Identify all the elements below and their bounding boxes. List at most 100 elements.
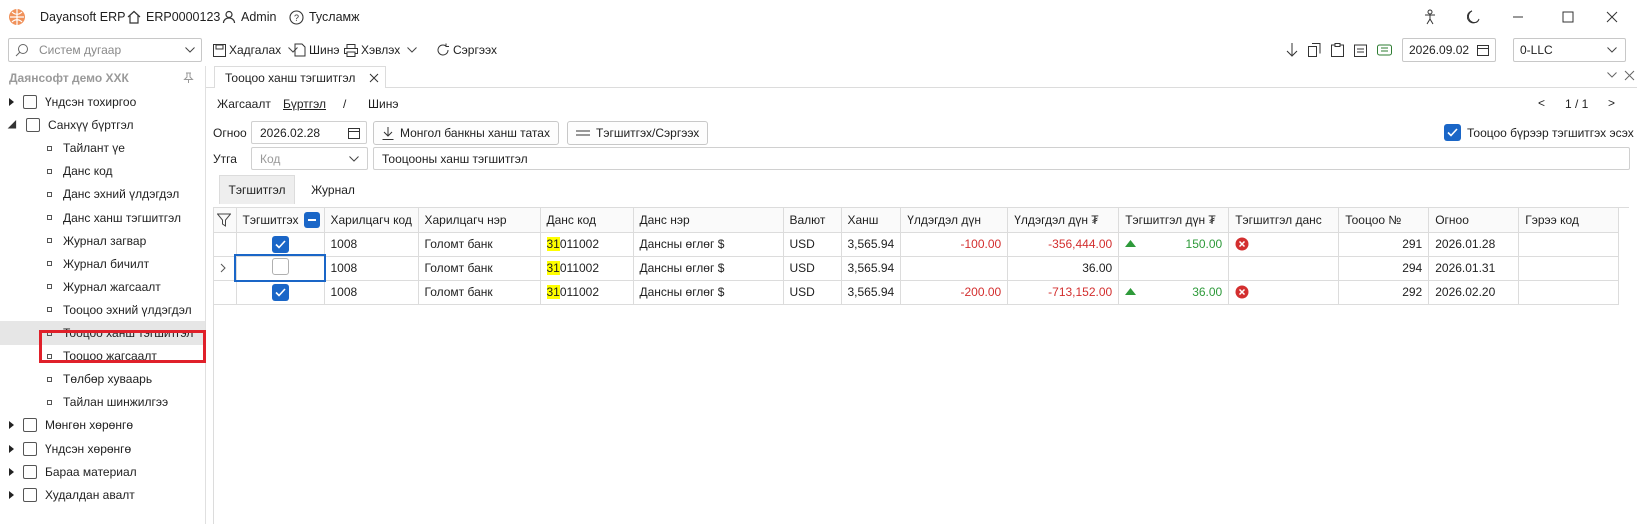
sidebar-item[interactable]: Данс код [0, 159, 205, 183]
maximize-button[interactable] [1546, 0, 1590, 34]
col-header-date[interactable]: Огноо [1428, 208, 1520, 233]
erp-code[interactable]: ERP0000123 [127, 0, 220, 34]
cell-currency[interactable]: USD [783, 280, 842, 305]
sidebar-item[interactable]: Үндсэн тохиргоо [0, 90, 205, 114]
expanded-arrow-icon[interactable] [7, 120, 21, 133]
cell-eq-account[interactable] [1228, 280, 1340, 305]
sidebar-item[interactable]: Тооцоо ханш тэгшитгэл [0, 321, 205, 345]
excel-button[interactable] [1377, 38, 1392, 62]
error-x-icon[interactable] [1235, 285, 1332, 299]
sidebar-item[interactable]: Тооцоо жагсаалт [0, 344, 205, 368]
tab-currency-revaluation[interactable]: Тооцоо ханш тэгшитгэл [214, 66, 387, 88]
cell-balance[interactable] [900, 256, 1009, 281]
sidebar-item[interactable]: Журнал загвар [0, 229, 205, 253]
copy-button[interactable] [1308, 38, 1321, 62]
cell-rate[interactable]: 3,565.94 [841, 256, 902, 281]
cell-account-code[interactable]: 31011002 [540, 232, 634, 257]
sidebar-item[interactable]: Мөнгөн хөрөнгө [0, 413, 205, 437]
minimize-button[interactable] [1496, 0, 1540, 34]
col-header-account-name[interactable]: Данс нэр [633, 208, 784, 233]
close-all-icon[interactable] [1624, 70, 1635, 81]
equalize-checkbox[interactable] [271, 258, 289, 275]
col-header-eq-account[interactable]: Тэгшитгэл данс [1228, 208, 1340, 233]
close-tab-icon[interactable] [369, 73, 379, 83]
cell-equalize[interactable] [236, 280, 325, 305]
cell-date[interactable]: 2026.02.20 [1428, 280, 1520, 305]
col-header-rate[interactable]: Ханш [841, 208, 902, 233]
cell-partner-name[interactable]: Голомт банк [418, 280, 541, 305]
equalize-button[interactable]: Тэгшитгэх/Сэргээх [567, 121, 709, 145]
date-field[interactable]: 2026.02.28 [251, 121, 367, 144]
tab-equalization[interactable]: Тэгшитгэл [219, 175, 295, 204]
user-menu[interactable]: Admin [222, 0, 276, 34]
cell-contract[interactable] [1518, 232, 1620, 257]
col-header-partner-name[interactable]: Харилцагч нэр [418, 208, 541, 233]
sidebar-item[interactable]: Төлбөр хуваарь [0, 367, 205, 391]
filter-header[interactable] [214, 208, 237, 233]
prev-page-button[interactable]: < [1538, 96, 1545, 110]
cell-date[interactable]: 2026.01.28 [1428, 232, 1520, 257]
collapsed-arrow-icon[interactable] [9, 490, 14, 499]
cell-rate[interactable]: 3,565.94 [841, 232, 902, 257]
sidebar-item[interactable]: Худалдан авалт [0, 483, 205, 507]
code-select[interactable]: Код [251, 147, 368, 170]
cell-balance-mnt[interactable]: -356,444.00 [1007, 232, 1120, 257]
cell-eq-account[interactable] [1228, 256, 1340, 281]
sidebar-item[interactable]: Тооцоо эхний үлдэгдэл [0, 298, 205, 322]
accessibility-button[interactable] [1408, 0, 1452, 34]
cell-invoice-no[interactable]: 292 [1338, 280, 1430, 305]
sidebar-item[interactable]: Бараа материал [0, 460, 205, 484]
cell-account-code[interactable]: 31011002 [540, 280, 634, 305]
cell-eq-amount[interactable]: 36.00 [1118, 280, 1230, 305]
cell-partner-code[interactable]: 1008 [324, 280, 419, 305]
save-button[interactable]: Хадгалах [213, 38, 299, 62]
nav-new-link[interactable]: Шинэ [368, 97, 398, 111]
cell-eq-account[interactable] [1228, 232, 1340, 257]
cell-account-name[interactable]: Дансны өглөг $ [633, 280, 784, 305]
system-number-search[interactable]: Систем дугаар [8, 38, 202, 62]
table-row[interactable]: 1008 Голомт банк 31011002 Дансны өглөг $ USD… [214, 254, 1620, 282]
col-header-partner-code[interactable]: Харилцагч код [324, 208, 419, 233]
pin-icon[interactable] [182, 72, 194, 84]
new-button[interactable]: Шинэ [294, 38, 339, 62]
cell-partner-name[interactable]: Голомт банк [418, 256, 541, 281]
cell-contract[interactable] [1518, 256, 1620, 281]
sidebar-item[interactable]: Журнал бичилт [0, 252, 205, 276]
cell-balance[interactable]: -200.00 [900, 280, 1009, 305]
cell-equalize[interactable] [234, 254, 326, 282]
paste-special-button[interactable] [1354, 38, 1367, 62]
cell-currency[interactable]: USD [783, 232, 842, 257]
cell-balance-mnt[interactable]: 36.00 [1007, 256, 1120, 281]
sidebar-item[interactable]: Тайлан шинжилгээ [0, 390, 205, 414]
import-rates-button[interactable]: Монгол банкны ханш татах [373, 121, 559, 145]
sidebar-item[interactable]: Үндсэн хөрөнгө [0, 437, 205, 461]
per-account-option[interactable]: Тооцоо бүрээр тэгшитгэх эсэх [1444, 124, 1634, 141]
print-button[interactable]: Хэвлэх [344, 38, 418, 62]
cell-partner-code[interactable]: 1008 [324, 256, 419, 281]
select-all-checkbox[interactable] [303, 211, 320, 228]
cell-currency[interactable]: USD [783, 256, 842, 281]
cell-account-name[interactable]: Дансны өглөг $ [633, 256, 784, 281]
col-header-balance-mnt[interactable]: Үлдэгдэл дүн ₮ [1007, 208, 1120, 233]
col-header-account-code[interactable]: Данс код [540, 208, 634, 233]
refresh-button[interactable]: Сэргээх [436, 38, 497, 62]
sidebar-item[interactable]: Журнал жагсаалт [0, 275, 205, 299]
note-field[interactable]: Тооцооны ханш тэгшитгэл [373, 147, 1630, 170]
next-page-button[interactable]: > [1608, 96, 1615, 110]
cell-equalize[interactable] [236, 232, 325, 257]
cell-rate[interactable]: 3,565.94 [841, 280, 902, 305]
working-date-field[interactable]: 2026.09.02 [1402, 38, 1496, 62]
close-window-button[interactable] [1590, 0, 1634, 34]
tab-journal[interactable]: Журнал [300, 175, 366, 204]
download-button[interactable] [1286, 38, 1298, 62]
collapsed-arrow-icon[interactable] [9, 467, 14, 476]
cell-contract[interactable] [1518, 280, 1620, 305]
table-row[interactable]: 1008 Голомт банк 31011002 Дансны өглөг $ USD… [214, 280, 1620, 305]
col-header-currency[interactable]: Валют [783, 208, 842, 233]
equalize-checkbox[interactable] [271, 283, 289, 301]
nav-list-link[interactable]: Жагсаалт [217, 97, 271, 111]
col-header-contract[interactable]: Гэрээ код [1518, 208, 1620, 233]
company-select[interactable]: 0-LLC [1513, 38, 1626, 62]
equalize-checkbox[interactable] [271, 235, 289, 253]
help-menu[interactable]: ? Тусламж [289, 0, 360, 34]
